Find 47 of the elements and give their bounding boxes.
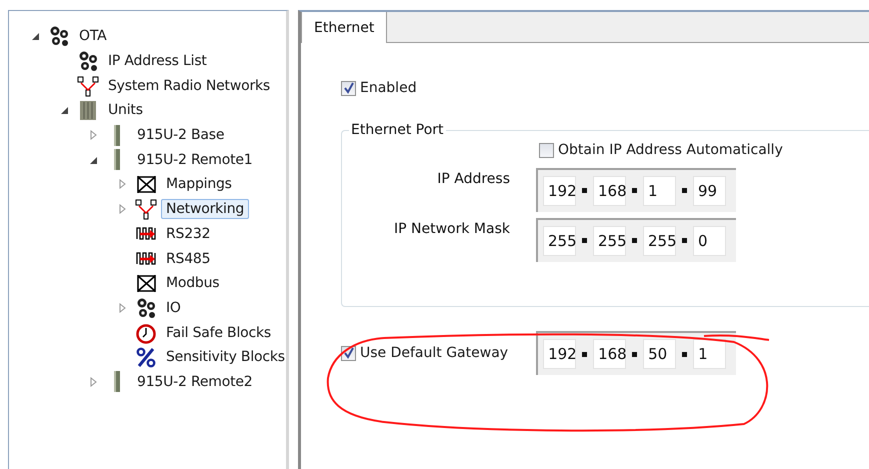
tree-item[interactable]: Networking — [161, 199, 250, 220]
octet-field[interactable]: 50 — [643, 339, 676, 369]
tree-item[interactable]: IP Address List — [103, 51, 212, 72]
field-label: IP Network Mask — [393, 220, 510, 236]
tree-item[interactable]: Modbus — [161, 273, 224, 294]
field-label: IP Address — [436, 170, 510, 186]
tree-item[interactable]: RS232 — [161, 224, 216, 244]
tree-item[interactable]: Units — [103, 100, 148, 120]
octet-field[interactable]: 0 — [693, 226, 726, 256]
checkbox-label: Use Default Gateway — [360, 345, 508, 361]
octet-field[interactable]: 192 — [543, 176, 576, 206]
tree-item[interactable]: Mappings — [161, 174, 237, 194]
expand-arrow-icon[interactable] — [117, 302, 127, 313]
tree-item[interactable]: OTA — [74, 26, 112, 46]
octet-field[interactable]: 1 — [643, 176, 676, 206]
octet-field[interactable]: 168 — [593, 339, 626, 369]
tree-item[interactable]: Fail Safe Blocks — [161, 322, 276, 343]
expand-arrow-icon[interactable] — [88, 376, 98, 387]
octet-field[interactable]: 1 — [693, 339, 726, 369]
collapse-arrow-icon[interactable] — [30, 31, 40, 42]
tree-item[interactable]: 915U-2 Remote2 — [132, 372, 258, 392]
octet-field[interactable]: 99 — [693, 176, 726, 206]
group-title: Ethernet Port — [350, 122, 445, 138]
tree-item[interactable]: System Radio Networks — [103, 76, 275, 96]
ip-address-field[interactable]: 192 168 1 99 — [536, 168, 736, 212]
tree-item[interactable]: Sensitivity Blocks — [161, 347, 290, 368]
checkbox[interactable] — [341, 80, 356, 96]
tab[interactable]: Ethernet — [301, 12, 388, 43]
ip-address-field[interactable]: 192 168 50 1 — [536, 331, 736, 375]
tree-item[interactable]: IO — [161, 298, 186, 318]
checkbox-label: Enabled — [360, 80, 417, 96]
tree-item[interactable]: 915U-2 Remote1 — [132, 150, 258, 170]
checkbox[interactable] — [539, 142, 554, 158]
tree-item[interactable]: RS485 — [161, 248, 216, 269]
collapse-arrow-icon[interactable] — [88, 154, 98, 165]
octet-field[interactable]: 255 — [593, 226, 626, 256]
octet-field[interactable]: 192 — [543, 339, 576, 369]
tree-item[interactable]: 915U-2 Base — [132, 125, 230, 146]
expand-arrow-icon[interactable] — [117, 204, 127, 214]
checkbox-label: Obtain IP Address Automatically — [558, 142, 783, 158]
octet-field[interactable]: 255 — [643, 226, 676, 256]
octet-field[interactable]: 255 — [543, 226, 576, 256]
expand-arrow-icon[interactable] — [117, 179, 127, 190]
ip-address-field[interactable]: 255 255 255 0 — [536, 218, 736, 262]
collapse-arrow-icon[interactable] — [59, 105, 69, 116]
expand-arrow-icon[interactable] — [88, 130, 98, 140]
octet-field[interactable]: 168 — [593, 176, 626, 206]
